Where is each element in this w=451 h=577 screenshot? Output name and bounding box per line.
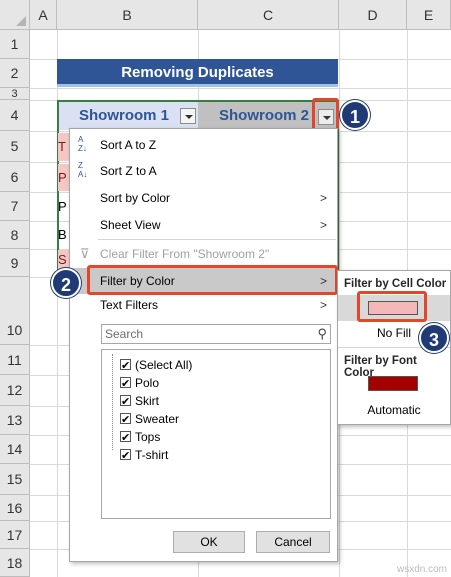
ok-button[interactable]: OK [173, 531, 245, 553]
menu-sheet-view[interactable]: Sheet View > [70, 212, 337, 238]
menu-clear-filter[interactable]: ⊽ Clear Filter From "Showroom 2" [70, 241, 337, 267]
row-header-17[interactable]: 17 [0, 521, 30, 549]
callout-outline-2 [87, 265, 338, 295]
checkbox-checked-icon[interactable] [120, 447, 131, 465]
menu-sheet-view-label: Sheet View [100, 218, 161, 232]
menu-sort-by-color-label: Sort by Color [100, 191, 171, 205]
callout-2: 2 [51, 268, 81, 298]
row-header-4[interactable]: 4 [0, 100, 30, 131]
checkbox-checked-icon[interactable] [120, 375, 131, 393]
chevron-right-icon: > [319, 298, 327, 312]
search-icon: ⚲ [317, 326, 327, 341]
row-header-1[interactable]: 1 [0, 30, 30, 59]
checkbox-checked-icon[interactable] [120, 357, 131, 375]
menu-text-filters-label: Text Filters [100, 298, 159, 312]
list-item-label: Polo [135, 376, 160, 390]
column-header-a[interactable]: A [30, 0, 57, 30]
row-header-6[interactable]: 6 [0, 162, 30, 192]
callout-1: 1 [340, 100, 370, 130]
filter-dropdown-showroom-1[interactable] [180, 108, 196, 124]
row-header-12[interactable]: 12 [0, 375, 30, 406]
row-header-15[interactable]: 15 [0, 464, 30, 495]
row-header-3[interactable]: 3 [0, 88, 30, 100]
checkbox-checked-icon[interactable] [120, 411, 131, 429]
list-item-label: (Select All) [135, 358, 193, 372]
list-item-label: Skirt [135, 394, 159, 408]
row-header-8[interactable]: 8 [0, 221, 30, 249]
dark-red-color-swatch[interactable] [368, 376, 418, 391]
row-header-14[interactable]: 14 [0, 435, 30, 464]
row-header-10[interactable]: 10 [0, 277, 30, 345]
row-header-7[interactable]: 7 [0, 192, 30, 221]
checkbox-checked-icon[interactable] [120, 429, 131, 447]
sheet-title: Removing Duplicates [57, 59, 338, 87]
funnel-clear-icon: ⊽ [80, 246, 90, 261]
menu-sort-z-to-a[interactable]: Z A↓ Sort Z to A [70, 158, 337, 184]
checkbox-checked-icon[interactable] [120, 393, 131, 411]
select-all-corner[interactable] [0, 0, 30, 30]
filter-menu: A Z↓ Sort A to Z Z A↓ Sort Z to A Sort by … [69, 128, 338, 562]
filter-by-cell-color-header: Filter by Cell Color [344, 278, 447, 290]
list-item-label: T-shirt [135, 448, 169, 462]
tree-line [112, 354, 113, 450]
column-header-c[interactable]: C [198, 0, 339, 30]
column-header-e[interactable]: E [407, 0, 451, 30]
list-item-label: Sweater [135, 412, 180, 426]
row-header-9[interactable]: 9 [0, 249, 30, 277]
header-showroom-1[interactable]: Showroom 1 [59, 102, 198, 130]
filter-values-list[interactable]: (Select All) Polo Skirt Sweater Tops T-s… [101, 349, 331, 519]
row-header-16[interactable]: 16 [0, 495, 30, 521]
row-header-5[interactable]: 5 [0, 131, 30, 162]
header-showroom-2-label: Showroom 2 [219, 107, 310, 124]
sort-az-icon: A Z↓ [78, 135, 87, 153]
callout-3: 3 [419, 323, 449, 353]
menu-sort-a-to-z-label: Sort A to Z [100, 138, 157, 152]
menu-sort-z-to-a-label: Sort Z to A [100, 164, 157, 178]
column-header-d[interactable]: D [339, 0, 407, 30]
sort-za-icon: Z A↓ [78, 161, 88, 179]
cancel-button[interactable]: Cancel [256, 531, 330, 553]
automatic-option[interactable]: Automatic [338, 401, 450, 419]
callout-outline-3 [357, 291, 427, 322]
filter-dropdown-showroom-2[interactable] [318, 109, 334, 125]
search-input[interactable]: Search ⚲ [101, 324, 331, 344]
row-header-13[interactable]: 13 [0, 406, 30, 435]
column-header-b[interactable]: B [57, 0, 198, 30]
chevron-right-icon: > [319, 218, 327, 232]
watermark: wsxdn.com [396, 564, 447, 575]
menu-separator [98, 239, 336, 240]
row-header-11[interactable]: 11 [0, 345, 30, 375]
menu-text-filters[interactable]: Text Filters > [70, 292, 337, 318]
header-showroom-1-label: Showroom 1 [79, 107, 170, 124]
menu-sort-a-to-z[interactable]: A Z↓ Sort A to Z [70, 132, 337, 158]
menu-clear-filter-label: Clear Filter From "Showroom 2" [100, 247, 270, 261]
row-header-18[interactable]: 18 [0, 549, 30, 577]
gridline [30, 88, 451, 89]
row-header-2[interactable]: 2 [0, 59, 30, 88]
menu-sort-by-color[interactable]: Sort by Color > [70, 185, 337, 211]
chevron-right-icon: > [319, 191, 327, 205]
search-placeholder: Search [105, 327, 144, 341]
list-item-label: Tops [135, 430, 161, 444]
